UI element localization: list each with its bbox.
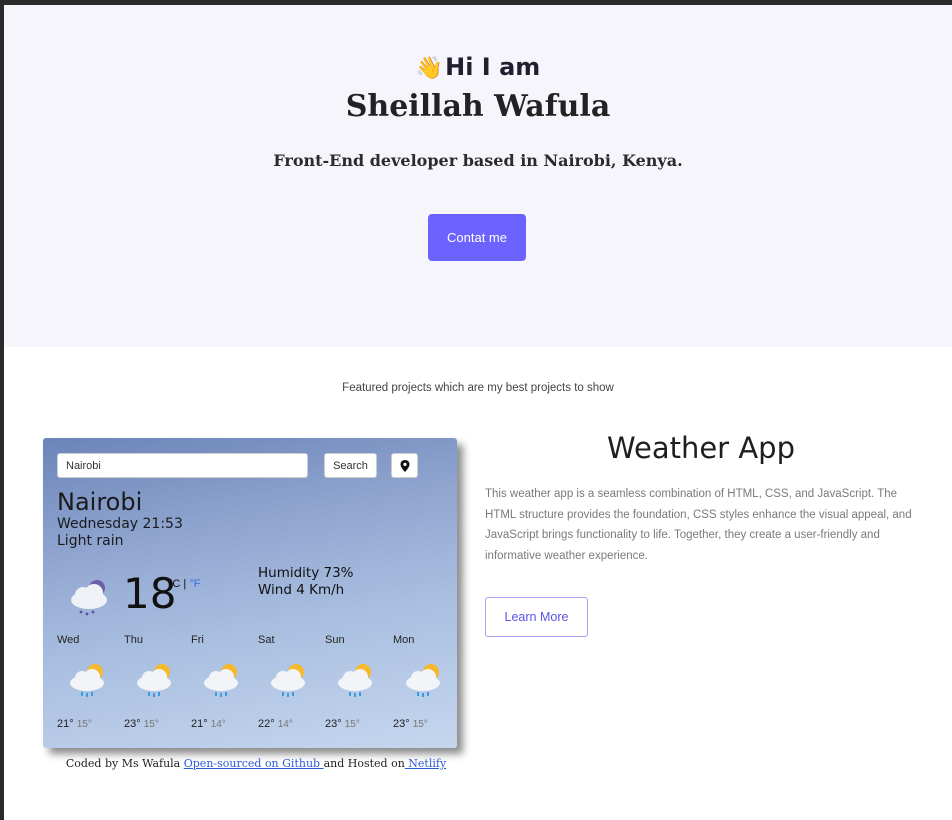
forecast-day: Wed 21° 15° <box>57 634 117 744</box>
forecast-day-name: Fri <box>191 634 204 646</box>
map-pin-icon <box>400 460 410 472</box>
forecast-high: 23° <box>124 718 141 730</box>
forecast-row: Wed 21° 15° Thu 23° 15° Fri 21° 14° Sat … <box>43 634 457 744</box>
forecast-high: 22° <box>258 718 275 730</box>
forecast-low: 15° <box>76 719 92 730</box>
project-title: Weather App <box>607 431 795 465</box>
city-search-input[interactable] <box>57 453 308 478</box>
weather-description: Light rain <box>57 533 124 549</box>
night-rain-cloud-icon <box>71 580 107 616</box>
forecast-low: 15° <box>412 719 428 730</box>
forecast-day-name: Mon <box>393 634 415 646</box>
sun-rain-cloud-icon <box>338 664 372 697</box>
forecast-day: Sat 22° 14° <box>258 634 318 744</box>
sun-rain-cloud-icon <box>137 664 171 697</box>
fahrenheit-link[interactable]: °F <box>189 578 200 590</box>
forecast-day: Mon 23° 15° <box>393 634 453 744</box>
forecast-temp: 23° 15° <box>393 718 428 730</box>
forecast-temp: 23° 15° <box>325 718 360 730</box>
forecast-day-name: Wed <box>57 634 80 646</box>
forecast-temp: 21° 14° <box>191 718 226 730</box>
credit-middle: and Hosted on <box>323 757 405 770</box>
search-button[interactable]: Search <box>324 453 377 478</box>
forecast-temp: 23° 15° <box>124 718 159 730</box>
forecast-low: 14° <box>210 719 226 730</box>
forecast-low: 15° <box>143 719 159 730</box>
featured-intro: Featured projects which are my best proj… <box>342 382 614 394</box>
unit-separator: | <box>180 578 190 590</box>
forecast-high: 23° <box>393 718 410 730</box>
hero-subtitle: Front-End developer based in Nairobi, Ke… <box>273 151 683 170</box>
weather-date: Wednesday 21:53 <box>57 516 183 532</box>
sun-rain-cloud-icon <box>406 664 440 697</box>
github-link[interactable]: Open-sourced on Github <box>184 757 324 770</box>
celsius-link[interactable]: °C <box>168 578 180 590</box>
sun-rain-cloud-icon <box>204 664 238 697</box>
forecast-temp: 22° 14° <box>258 718 293 730</box>
unit-toggle[interactable]: °C | °F <box>168 578 200 590</box>
project-description: This weather app is a seamless combinati… <box>485 488 912 562</box>
sun-rain-cloud-icon <box>271 664 305 697</box>
page: 👋Hi I am Sheillah Wafula Front-End devel… <box>4 5 952 820</box>
forecast-temp: 21° 15° <box>57 718 92 730</box>
sun-rain-cloud-icon <box>70 664 104 697</box>
forecast-day-name: Thu <box>124 634 143 646</box>
current-location-button[interactable] <box>391 453 418 478</box>
current-temperature: 18 <box>123 569 177 618</box>
weather-app-preview[interactable]: Search Nairobi Wednesday 21:53 Light rai… <box>43 438 457 748</box>
hero-section: 👋Hi I am Sheillah Wafula Front-End devel… <box>4 5 952 347</box>
contact-button[interactable]: Contat me <box>428 214 526 261</box>
humidity: Humidity 73% <box>258 565 354 581</box>
forecast-high: 23° <box>325 718 342 730</box>
wind: Wind 4 Km/h <box>258 582 345 598</box>
weather-city: Nairobi <box>57 488 143 516</box>
forecast-day-name: Sun <box>325 634 345 646</box>
forecast-high: 21° <box>57 718 74 730</box>
forecast-day: Fri 21° 14° <box>191 634 251 744</box>
forecast-day-name: Sat <box>258 634 275 646</box>
hero-name: Sheillah Wafula <box>345 89 611 124</box>
forecast-low: 15° <box>344 719 360 730</box>
netlify-link[interactable]: Netlify <box>405 757 446 770</box>
credit-prefix: Coded by Ms Wafula <box>65 757 184 770</box>
greeting-text: Hi I am <box>445 53 541 81</box>
greeting: 👋Hi I am <box>4 53 952 81</box>
forecast-day: Sun 23° 15° <box>325 634 385 744</box>
forecast-high: 21° <box>191 718 208 730</box>
forecast-day: Thu 23° 15° <box>124 634 184 744</box>
wave-icon: 👋 <box>415 56 444 81</box>
learn-more-button[interactable]: Learn More <box>485 597 588 637</box>
forecast-low: 14° <box>277 719 293 730</box>
project-credit: Coded by Ms Wafula Open-sourced on Githu… <box>43 757 469 770</box>
